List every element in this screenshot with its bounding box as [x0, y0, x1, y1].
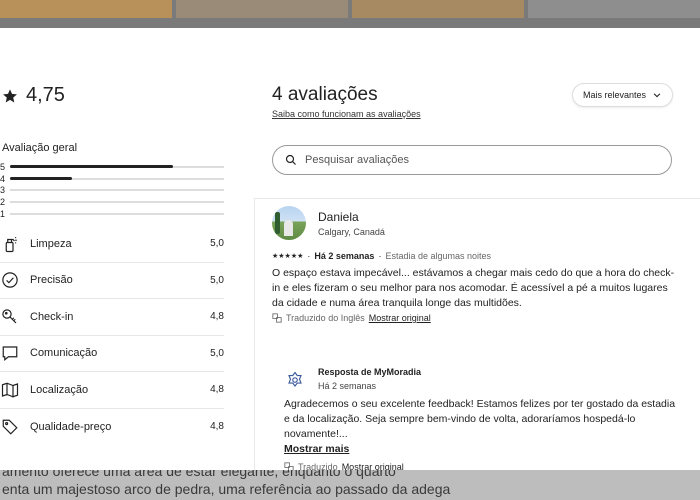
category-cleanliness: Limpeza 5,0 [0, 226, 224, 263]
rating-bar-row: 1 [0, 208, 224, 220]
background-photo [352, 0, 524, 18]
category-value: 4,8 [210, 421, 224, 433]
host-response-title: Resposta de MyMoradia [318, 367, 422, 377]
chat-bubble-icon [0, 343, 20, 363]
overall-rating-value: 4,75 [26, 84, 65, 106]
background-photo [176, 0, 348, 18]
translation-label: Traduzido do Inglês [286, 313, 365, 323]
reviewer-avatar[interactable] [272, 206, 306, 240]
translate-icon [272, 313, 282, 323]
background-photo-strip [0, 0, 700, 18]
category-value: 5,0 [210, 274, 224, 286]
rating-bar-track [10, 213, 224, 216]
rating-distribution: 54321 [0, 161, 224, 220]
category-location: Localização 4,8 [0, 372, 224, 409]
review-time: Há 2 semanas [314, 251, 375, 261]
meta-separator: · [307, 251, 311, 261]
rating-bar-label: 2 [0, 197, 6, 208]
reviews-modal: 4,75 Avaliação geral 54321 Limpeza 5,0 P… [0, 28, 700, 470]
search-box[interactable] [272, 145, 672, 175]
review-meta: ★★★★★ · Há 2 semanas · Estadia de alguma… [272, 251, 491, 261]
rating-bar-track [10, 177, 224, 181]
translate-icon [284, 462, 294, 470]
host-show-original-link[interactable]: Mostrar original [342, 462, 404, 470]
check-circle-icon [0, 270, 20, 290]
category-label: Check-in [30, 310, 74, 323]
sort-label: Mais relevantes [583, 90, 647, 100]
background-photo [0, 0, 172, 18]
host-logo-icon [288, 371, 302, 387]
category-value: 5,0 [210, 347, 224, 359]
category-accuracy: Precisão 5,0 [0, 263, 224, 299]
show-original-link[interactable]: Mostrar original [369, 313, 431, 323]
reviewer-name: Daniela [318, 210, 359, 224]
chevron-down-icon [653, 93, 661, 98]
host-response-text: Agradecemos o seu excelente feedback! Es… [284, 398, 676, 440]
host-translation-note: Traduzido Mostrar original [284, 462, 404, 470]
category-label: Localização [30, 383, 89, 396]
category-label: Precisão [30, 274, 73, 287]
background-text-line: enta um majestoso arco de pedra, uma ref… [2, 481, 451, 497]
meta-separator: · [378, 251, 382, 261]
rating-bar-row: 5 [0, 161, 224, 173]
show-more-link[interactable]: Mostrar mais [284, 443, 349, 455]
background-photo [528, 0, 700, 18]
rating-bar-label: 1 [0, 209, 6, 220]
category-label: Limpeza [30, 237, 72, 250]
category-value: 4,8 [210, 384, 224, 396]
how-reviews-work-link[interactable]: Saiba como funcionam as avaliações [272, 109, 421, 119]
star-icon [3, 88, 17, 102]
rating-bar-label: 3 [0, 185, 6, 196]
review-stay-length: Estadia de algumas noites [385, 251, 492, 261]
rating-bar-fill [10, 177, 73, 181]
review-stars: ★★★★★ [272, 253, 304, 260]
rating-bar-fill [10, 165, 173, 169]
spray-bottle-icon [0, 234, 20, 254]
rating-bar-track [10, 201, 224, 204]
category-value-for-money: Qualidade-preço 4,8 [0, 409, 224, 446]
reviewer-location: Calgary, Canadá [318, 227, 385, 237]
category-ratings: Limpeza 5,0 Precisão 5,0 Check-in 4,8 Co… [0, 226, 224, 445]
category-value: 4,8 [210, 311, 224, 323]
map-icon [0, 380, 20, 400]
overall-rating: 4,75 [2, 84, 65, 107]
category-checkin: Check-in 4,8 [0, 299, 224, 336]
rating-bar-track [10, 165, 224, 169]
translation-label: Traduzido [298, 462, 338, 470]
rating-bar-label: 4 [0, 173, 6, 184]
translation-note: Traduzido do Inglês Mostrar original [272, 313, 431, 323]
category-label: Qualidade-preço [30, 420, 112, 433]
rating-bar-row: 2 [0, 196, 224, 208]
search-input[interactable] [305, 154, 645, 166]
host-response-time: Há 2 semanas [318, 381, 377, 391]
rating-bar-row: 3 [0, 185, 224, 197]
price-tag-icon [0, 417, 20, 437]
search-icon [285, 154, 296, 165]
header-divider [254, 198, 700, 199]
column-divider [254, 198, 255, 470]
category-communication: Comunicação 5,0 [0, 336, 224, 372]
rating-bar-row: 4 [0, 173, 224, 185]
key-icon [0, 307, 20, 327]
reviews-count-title: 4 avaliações [272, 84, 378, 105]
rating-bar-label: 5 [0, 161, 6, 172]
overall-rating-label: Avaliação geral [2, 142, 78, 154]
review-text: O espaço estava impecável... estávamos a… [272, 267, 675, 309]
sort-dropdown[interactable]: Mais relevantes [572, 83, 674, 107]
category-value: 5,0 [210, 238, 224, 250]
category-label: Comunicação [30, 347, 98, 360]
rating-bar-track [10, 189, 224, 192]
